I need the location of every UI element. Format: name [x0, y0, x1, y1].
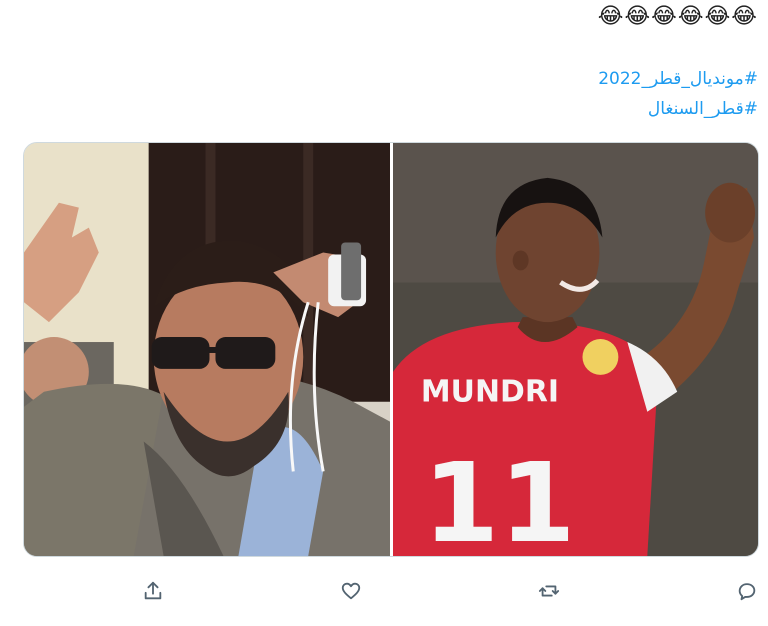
photo-right[interactable]: MUNDRI 11	[392, 143, 758, 556]
retweet-button[interactable]	[534, 576, 564, 606]
hashtag-link[interactable]: #مونديال_قطر_2022	[598, 64, 758, 94]
media-grid: MUNDRI 11	[23, 142, 759, 557]
heart-icon	[341, 582, 361, 600]
right-photo-image: MUNDRI 11	[392, 143, 758, 556]
jersey-number: 11	[423, 439, 576, 556]
reply-icon	[738, 583, 756, 601]
tweet-card: 😂😂😂😂😂😂 #مونديال_قطر_2022 #قطر_السنغال MU…	[0, 0, 768, 626]
emoji-text: 😂😂😂😂😂😂	[597, 4, 758, 29]
reply-button[interactable]	[732, 576, 762, 606]
share-icon	[144, 581, 162, 600]
photo-left[interactable]	[24, 143, 390, 556]
hashtag-list: #مونديال_قطر_2022 #قطر_السنغال	[598, 64, 758, 124]
retweet-icon	[538, 585, 560, 597]
hashtag-link[interactable]: #قطر_السنغال	[598, 94, 758, 124]
share-button[interactable]	[138, 576, 168, 606]
like-button[interactable]	[336, 576, 366, 606]
jersey-name: MUNDRI	[421, 375, 559, 410]
tweet-actions	[0, 570, 768, 610]
left-photo-image	[24, 143, 390, 556]
